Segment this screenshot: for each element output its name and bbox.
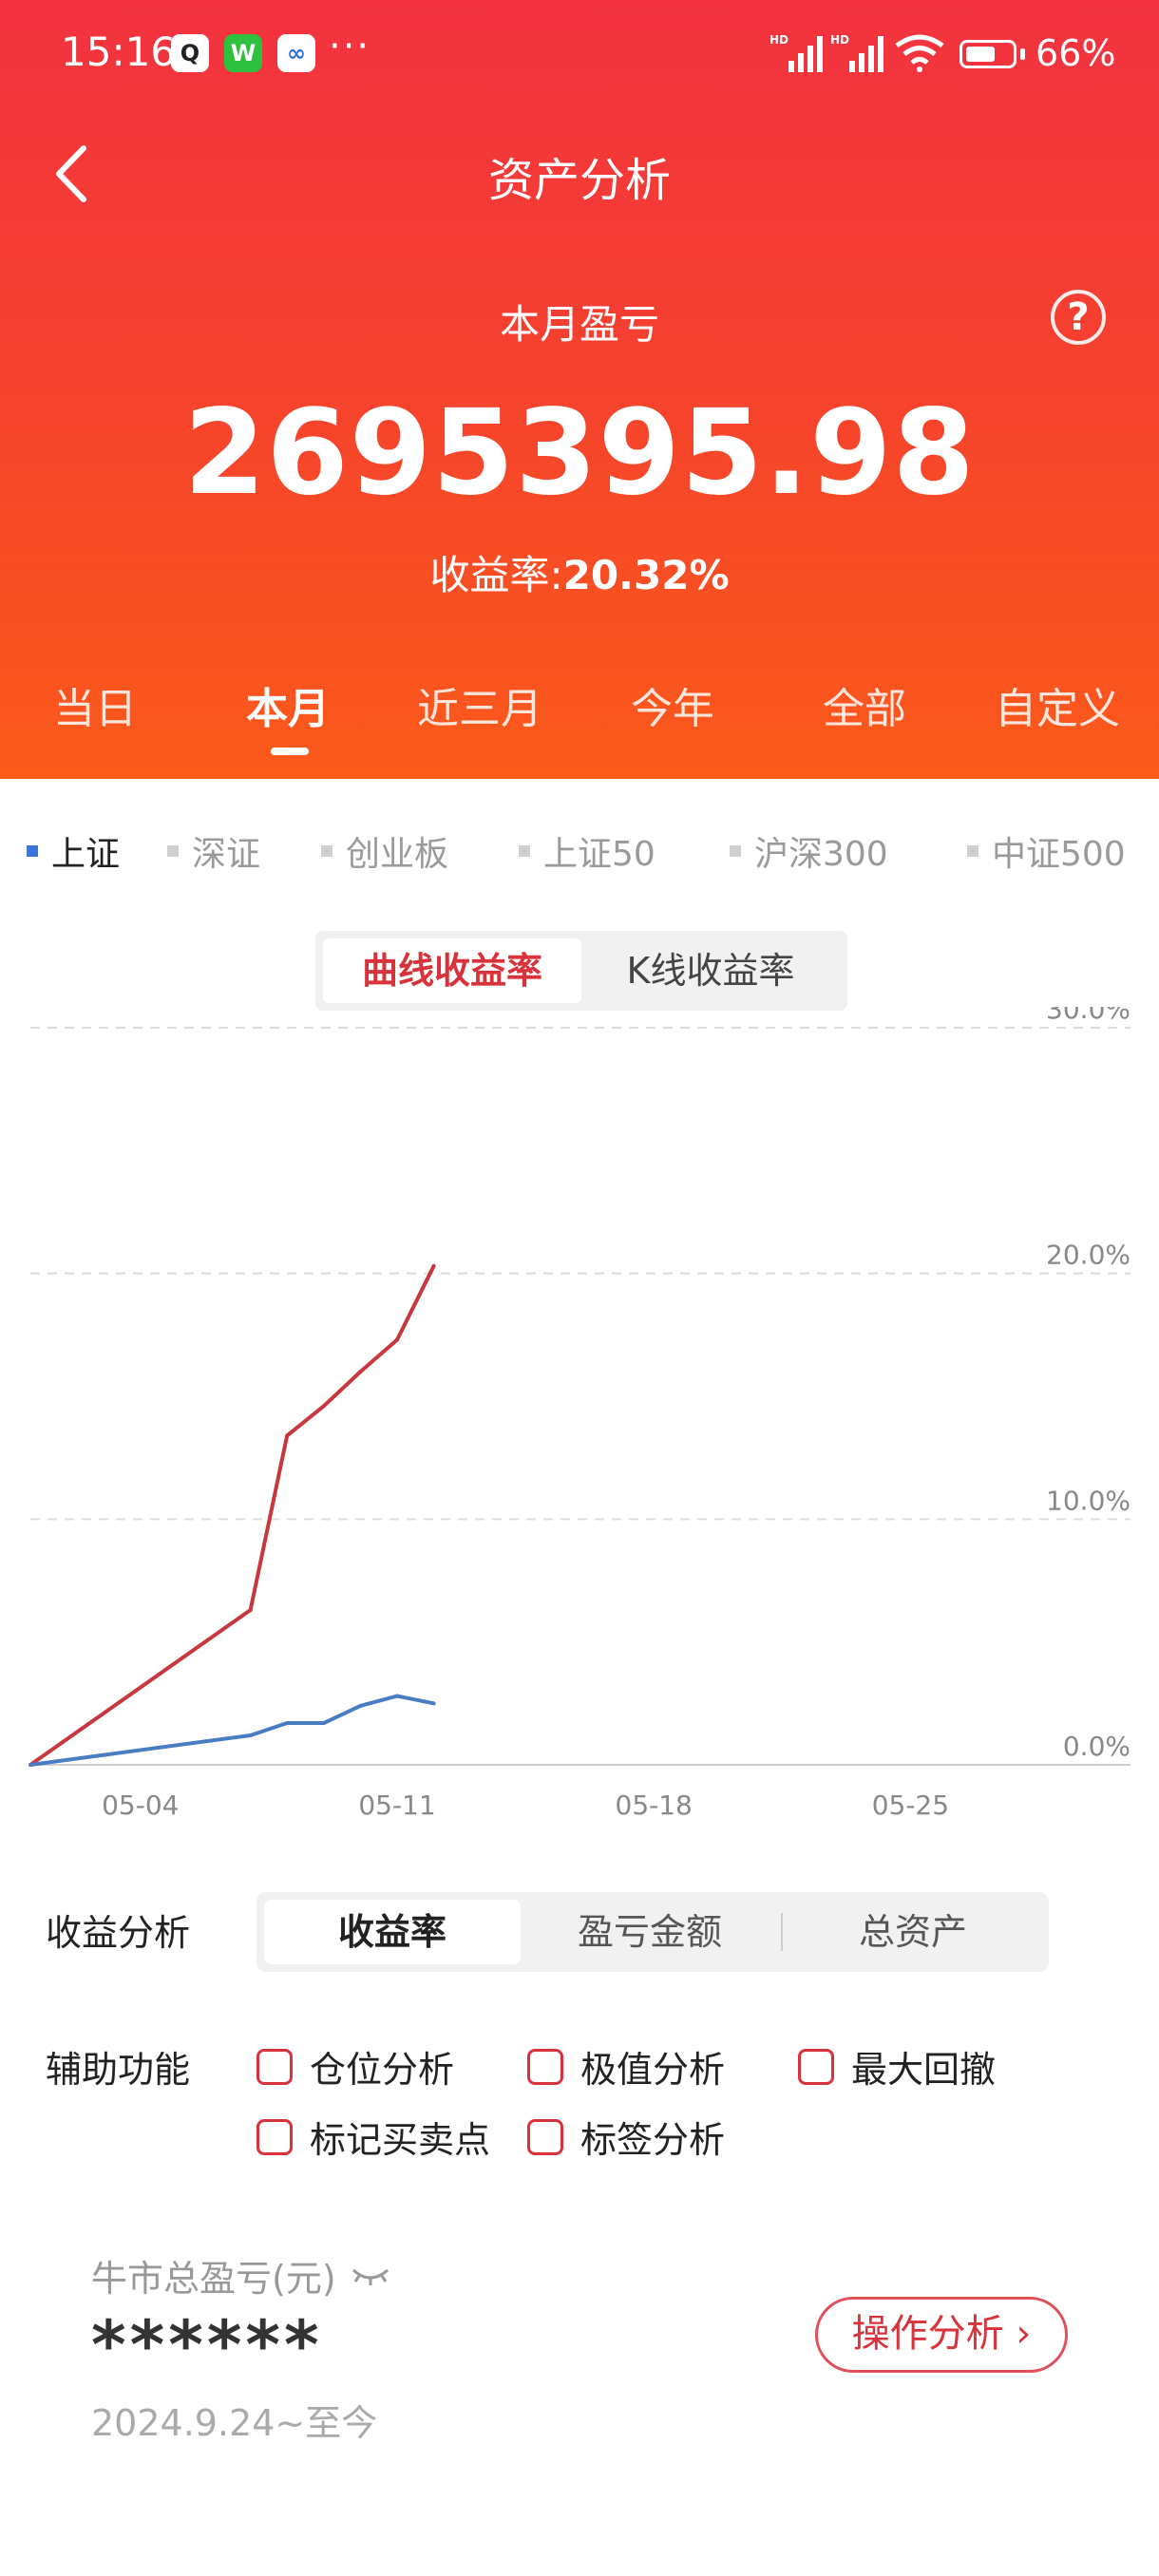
bull-market-pnl-value: ****** [91,2306,323,2384]
position-analysis-checkbox[interactable]: 仓位分析 [256,2040,454,2093]
qq-icon: Q [171,34,209,72]
analysis-pnl-amount[interactable]: 盈亏金额 [521,1900,779,1964]
checkbox-label: 标签分析 [580,2119,726,2161]
checkbox-box [256,2048,293,2085]
help-icon[interactable]: ? [1051,290,1106,345]
index-label: 沪深300 [754,835,888,874]
signal-1-icon: HD [770,33,823,72]
bull-market-period: 2024.9.24~至今 [91,2402,378,2444]
month-pnl-label: 本月盈亏 [499,301,659,348]
tab-all[interactable]: 全部 [774,674,955,735]
checkbox-box [527,2048,563,2085]
index-label: 上证 [51,835,121,874]
month-pnl-value: 2695395.98 [183,385,976,521]
y-tick-label: 30.0% [1046,1007,1130,1025]
divider [781,1913,783,1951]
data-point [248,1608,253,1613]
kline-return-button[interactable]: K线收益率 [581,938,840,1003]
return-rate: 收益率:20.32% [0,543,1159,601]
checkbox-label: 最大回撤 [851,2049,997,2091]
return-analysis-label: 收益分析 [46,1912,191,1954]
eye-closed-icon[interactable] [350,2264,391,2287]
tab-this-year[interactable]: 今年 [582,674,763,735]
index-shenzhen[interactable]: 深证 [167,826,260,876]
data-point [321,1721,326,1726]
operation-analysis-button[interactable]: 操作分析 › [815,2297,1068,2373]
checkbox-label: 仓位分析 [310,2049,455,2091]
period-tabs: 当日 本月 近三月 今年 全部 自定义 [0,674,1159,750]
y-tick-label: 20.0% [1046,1240,1130,1271]
checkbox-label: 标记买卖点 [310,2119,491,2161]
data-point [431,1263,436,1268]
battery-percent: 66% [1036,32,1116,74]
index-csi300[interactable]: 沪深300 [730,826,888,876]
signal-2-icon: HD [830,33,884,72]
tab-custom[interactable]: 自定义 [967,674,1148,735]
data-point [431,1701,436,1706]
index-shanghai[interactable]: 上证 [27,826,120,876]
tab-this-month[interactable]: 本月 [198,674,378,735]
wechat-icon: W [224,34,262,72]
index-label: 上证50 [543,835,656,874]
checkbox-box [527,2118,563,2155]
portfolio-return-line [28,1265,436,1767]
data-point [395,1337,399,1342]
header: 15:16 Q W ∞ ··· HD HD 66% 资产分析 本月盈亏 ? 26… [0,0,1159,779]
checkbox-box [256,2118,293,2155]
analysis-total-assets[interactable]: 总资产 [785,1900,1041,1964]
bull-market-pnl-text: 牛市总盈亏(元) [91,2258,336,2300]
index-selector: 上证 深证 创业板 上证50 沪深300 中证500 [0,826,1159,874]
chart-mode-toggle: 曲线收益率 K线收益率 [315,931,847,1011]
data-point [248,1733,253,1737]
data-point [285,1433,290,1438]
data-point [358,1370,363,1374]
signal-1-label: HD [770,33,788,47]
x-tick-label: 05-25 [872,1790,949,1821]
index-label: 深证 [192,835,261,874]
tab-today[interactable]: 当日 [5,674,185,735]
max-drawdown-checkbox[interactable]: 最大回撤 [798,2040,996,2093]
data-point [395,1694,399,1698]
data-point [285,1721,290,1726]
battery-icon [960,40,1016,68]
app-notification-icon: ∞ [277,34,315,72]
extreme-analysis-checkbox[interactable]: 极值分析 [527,2040,725,2093]
return-rate-label: 收益率: [429,552,563,598]
index-sse50[interactable]: 上证50 [519,826,656,876]
mark-trades-checkbox[interactable]: 标记买卖点 [256,2111,490,2163]
analysis-mode-selector: 收益率 盈亏金额 总资产 [256,1892,1049,1972]
page-title: 资产分析 [487,154,671,207]
status-time: 15:16 [61,28,177,75]
data-point [28,1763,32,1767]
index-csi500[interactable]: 中证500 [967,826,1126,876]
battery-tip [1020,48,1025,60]
index-return-line [29,1694,434,1767]
y-tick-label: 10.0% [1046,1485,1130,1516]
return-chart: 30.0% 20.0% 10.0% 0.0% 05-04 05-11 05-18 05-25 [28,1007,1130,1821]
return-rate-value: 20.32% [562,552,730,598]
active-tab-indicator [271,748,309,755]
status-bar: 15:16 Q W ∞ ··· HD HD 66% [0,0,1159,114]
bull-market-pnl-label: 牛市总盈亏(元) [91,2249,391,2301]
aux-function-label: 辅助功能 [46,2049,191,2091]
tab-three-months[interactable]: 近三月 [390,674,570,735]
curve-return-button[interactable]: 曲线收益率 [323,938,581,1003]
index-chinext[interactable]: 创业板 [321,826,448,876]
checkbox-label: 极值分析 [580,2049,726,2091]
x-tick-label: 05-18 [616,1790,693,1821]
checkbox-box [798,2048,834,2085]
x-tick-label: 05-04 [102,1790,179,1821]
x-tick-label: 05-11 [358,1790,435,1821]
data-point [358,1703,363,1708]
index-label: 创业板 [346,835,449,874]
index-label: 中证500 [992,835,1126,874]
analysis-return-rate[interactable]: 收益率 [264,1900,521,1964]
wifi-icon [895,34,944,72]
y-tick-label: 0.0% [1063,1731,1130,1762]
signal-2-label: HD [830,33,849,47]
tag-analysis-checkbox[interactable]: 标签分析 [527,2111,725,2163]
data-point [321,1404,326,1409]
more-notifications-icon: ··· [329,25,371,68]
